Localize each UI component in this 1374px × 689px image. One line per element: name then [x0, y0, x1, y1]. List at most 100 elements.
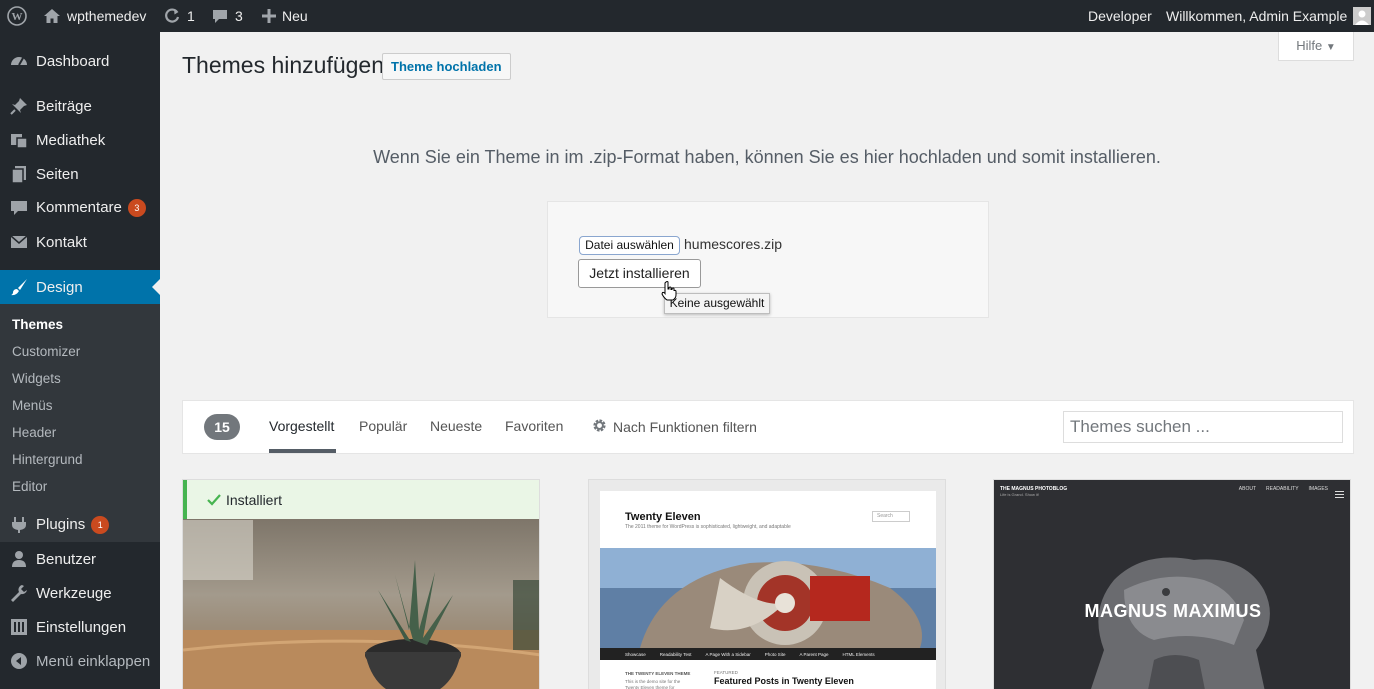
sidebar-item-label: Kontakt — [36, 233, 87, 251]
account-menu[interactable]: Willkommen, Admin Example — [1166, 0, 1372, 32]
magnus-brand-sub: Life is Grand. Show it! — [1000, 492, 1040, 497]
site-name: wpthemedev — [67, 8, 147, 24]
sidebar-item-contact[interactable]: Kontakt — [0, 225, 160, 259]
nav-item: IMAGES — [1308, 486, 1328, 492]
twenty-eleven-search: Search — [872, 511, 910, 522]
install-now-button[interactable]: Jetzt installieren — [578, 259, 701, 288]
twenty-eleven-featured-label: FEATURED — [714, 670, 738, 675]
theme-card-magnus[interactable]: THE MAGNUS PHOTOBLOG Life is Grand. Show… — [993, 479, 1351, 689]
main-content: Themes hinzufügen Theme hochladen Hilfe … — [160, 32, 1374, 689]
submenu-customizer[interactable]: Customizer — [12, 344, 80, 359]
file-choose-button[interactable]: Datei auswählen — [579, 236, 680, 255]
submenu-background[interactable]: Hintergrund — [12, 452, 83, 467]
sidebar-item-label-wrap: Plugins 1 — [36, 515, 110, 535]
tab-popular[interactable]: Populär — [359, 418, 407, 434]
mail-icon — [10, 233, 28, 251]
plugins-badge: 1 — [91, 516, 110, 535]
nav-item: Showcase — [625, 651, 646, 657]
sidebar-item-media[interactable]: Mediathek — [0, 123, 160, 157]
svg-text:W: W — [12, 11, 23, 23]
sidebar-item-dashboard[interactable]: Dashboard — [0, 44, 160, 78]
sidebar-item-settings[interactable]: Einstellungen — [0, 610, 160, 644]
magnus-nav: ABOUT READABILITY IMAGES — [1239, 486, 1328, 492]
sidebar-item-label-wrap: Kommentare 3 — [36, 199, 146, 218]
tab-favorites[interactable]: Favoriten — [505, 418, 563, 434]
nav-item: HTML Elements — [842, 651, 875, 657]
nav-item: ABOUT — [1238, 486, 1257, 492]
active-tab-indicator — [269, 449, 336, 453]
nav-item: A Parent Page — [799, 651, 829, 657]
plus-icon — [262, 9, 276, 23]
sidebar-item-comments[interactable]: Kommentare 3 — [0, 191, 160, 225]
settings-icon — [10, 618, 28, 636]
theme-count: 15 — [204, 414, 240, 440]
collapse-icon — [10, 652, 28, 670]
submenu-editor[interactable]: Editor — [12, 479, 47, 494]
submenu-widgets[interactable]: Widgets — [12, 371, 61, 386]
twenty-eleven-side-heading: THE TWENTY ELEVEN THEME — [625, 671, 691, 676]
sidebar-item-label: Menü einklappen — [36, 652, 151, 670]
media-icon — [10, 131, 28, 149]
sidebar-item-label: Design — [36, 278, 83, 296]
nav-item: Readability Test — [659, 651, 692, 657]
help-tab[interactable]: Hilfe ▼ — [1278, 32, 1354, 61]
dashboard-icon — [10, 52, 28, 70]
feature-filter-button[interactable]: Nach Funktionen filtern — [592, 418, 757, 436]
submenu-themes[interactable]: Themes — [12, 317, 63, 332]
upload-description: Wenn Sie ein Theme in im .zip-Format hab… — [373, 147, 1161, 167]
sidebar-item-label: Dashboard — [36, 52, 110, 70]
sidebar-item-posts[interactable]: Beiträge — [0, 89, 160, 123]
theme-search-input[interactable]: Themes suchen ... — [1063, 411, 1343, 443]
developer-link[interactable]: Developer — [1088, 0, 1152, 32]
avatar — [1353, 7, 1372, 25]
tab-latest[interactable]: Neueste — [430, 418, 482, 434]
sidebar-item-label: Benutzer — [36, 550, 97, 568]
wrench-icon — [10, 584, 28, 602]
sidebar-item-pages[interactable]: Seiten — [0, 157, 160, 191]
hand-cursor-icon — [661, 281, 677, 301]
tab-featured[interactable]: Vorgestellt — [269, 418, 334, 434]
sidebar-item-users[interactable]: Benutzer — [0, 542, 160, 576]
wordpress-logo-icon[interactable]: W — [7, 0, 27, 32]
welcome-text: Willkommen, Admin Example — [1166, 8, 1348, 24]
theme-card-installed[interactable]: Installiert — [182, 479, 540, 689]
checkmark-icon — [207, 493, 221, 509]
updates-link[interactable]: 1 — [163, 0, 195, 32]
home-icon — [43, 8, 61, 24]
comments-count: 3 — [235, 8, 243, 24]
submenu-menus[interactable]: Menüs — [12, 398, 53, 413]
sidebar-item-label: Werkzeuge — [36, 584, 112, 602]
theme-upload-button[interactable]: Theme hochladen — [382, 53, 511, 80]
sidebar-item-tools[interactable]: Werkzeuge — [0, 576, 160, 610]
magnus-title: MAGNUS MAXIMUS — [1084, 601, 1262, 621]
feature-filter-label: Nach Funktionen filtern — [613, 419, 757, 435]
comment-icon — [211, 7, 229, 25]
sidebar-item-label: Einstellungen — [36, 618, 127, 636]
twenty-eleven-side-text: This is the demo site for the Twenty Ele… — [625, 679, 681, 689]
hamburger-menu-icon — [1335, 485, 1344, 503]
current-indicator — [152, 279, 160, 295]
site-name-link[interactable]: wpthemedev — [43, 0, 146, 32]
comments-link[interactable]: 3 — [211, 0, 243, 32]
admin-sidebar: Dashboard Beiträge Mediathek Seiten Komm… — [0, 32, 160, 689]
sidebar-item-collapse[interactable]: Menü einklappen — [0, 644, 160, 678]
new-content-link[interactable]: Neu — [262, 0, 308, 32]
gear-icon — [592, 418, 607, 436]
installed-banner: Installiert — [183, 480, 539, 519]
plugin-icon — [10, 516, 28, 534]
installed-label: Installiert — [226, 492, 283, 508]
theme-screenshot-twenty-eleven: Twenty Eleven The 2011 theme for WordPre… — [600, 491, 936, 689]
theme-card-twenty-eleven[interactable]: Twenty Eleven The 2011 theme for WordPre… — [588, 479, 946, 689]
admin-bar: W wpthemedev 1 3 Neu Developer Willkomme… — [0, 0, 1374, 32]
help-label: Hilfe — [1296, 38, 1323, 53]
twenty-eleven-header-image — [600, 548, 936, 648]
submenu-header[interactable]: Header — [12, 425, 56, 440]
nav-item: READABILITY — [1266, 486, 1299, 492]
sidebar-item-label: Plugins — [36, 515, 86, 533]
theme-filter-bar: 15 Vorgestellt Populär Neueste Favoriten… — [182, 400, 1354, 454]
updates-count: 1 — [187, 8, 195, 24]
sidebar-item-plugins[interactable]: Plugins 1 — [0, 508, 160, 542]
theme-screenshot-magnus — [994, 480, 1350, 689]
new-label: Neu — [282, 8, 308, 24]
sidebar-item-design[interactable]: Design — [0, 270, 160, 304]
